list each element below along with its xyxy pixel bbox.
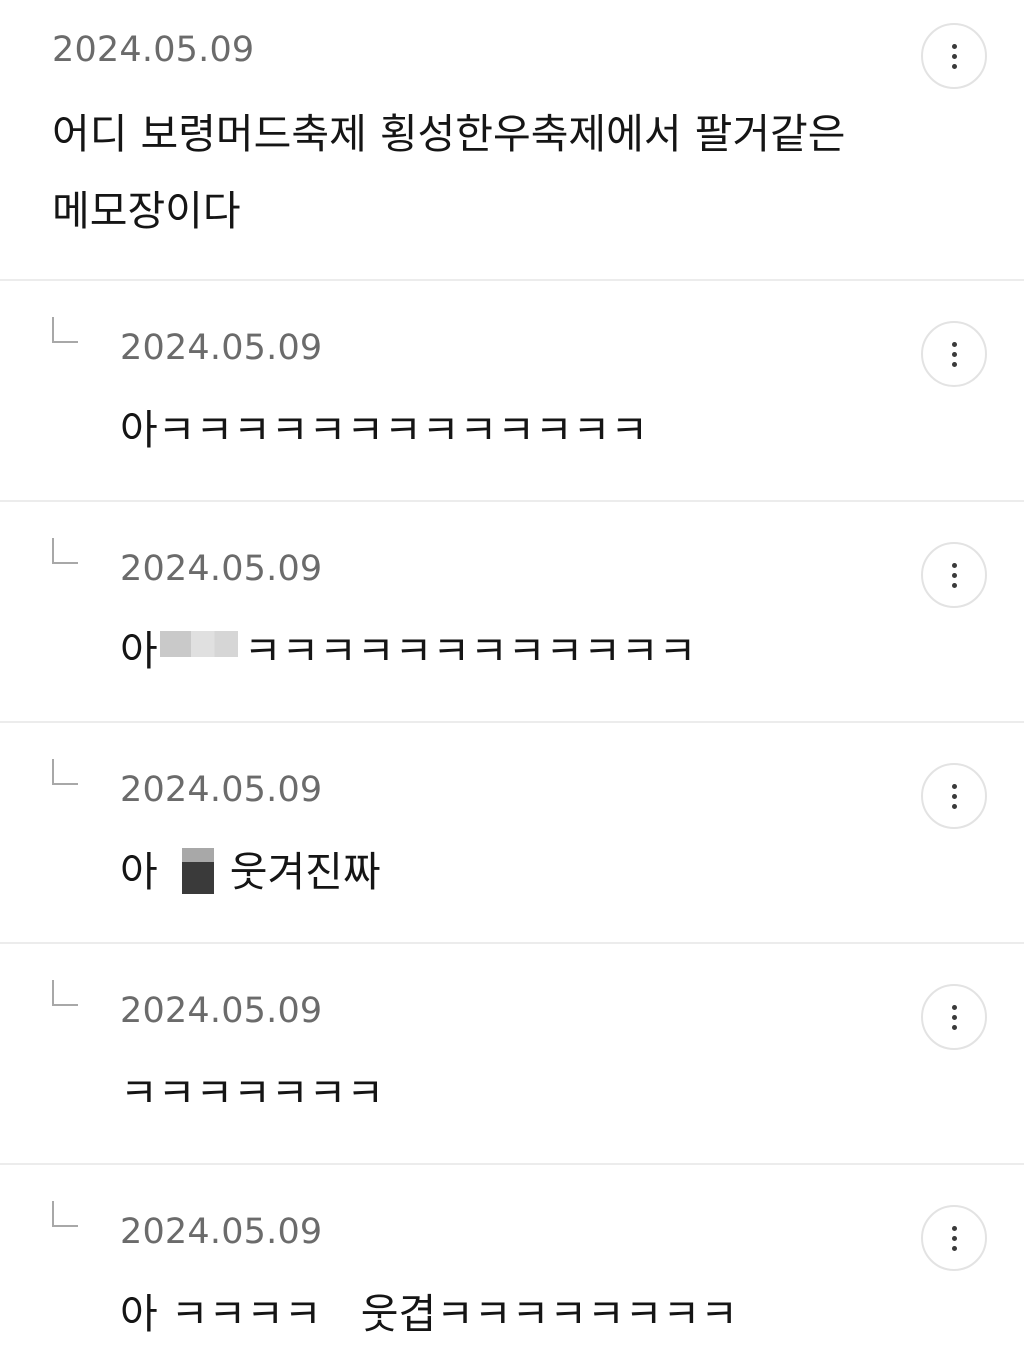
reply-arrow-icon: [52, 317, 78, 343]
censored-text-block: [159, 631, 238, 657]
reply-text-suffix: 웃겨진짜: [229, 848, 381, 896]
reply-date: 2024.05.09: [120, 770, 323, 810]
more-options-button[interactable]: [921, 984, 987, 1050]
reply-item: 2024.05.09 아 ㅋㅋㅋㅋ 웃겹ㅋㅋㅋㅋㅋㅋㅋㅋ: [0, 1165, 1024, 1364]
comment-date: 2024.05.09: [52, 30, 255, 70]
reply-item: 2024.05.09 아ㅋㅋㅋㅋㅋㅋㅋㅋㅋㅋㅋㅋㅋ: [0, 281, 1024, 502]
censored-text-block: [181, 848, 214, 894]
more-options-button[interactable]: [921, 763, 987, 829]
more-vertical-icon: [951, 341, 957, 367]
reply-text-prefix: 아: [120, 627, 158, 675]
reply-text: 아ㅋㅋㅋㅋㅋㅋㅋㅋㅋㅋㅋㅋㅋ: [120, 406, 649, 454]
reply-arrow-icon: [52, 1201, 78, 1227]
comment-text-line: 어디 보령머드축제 횡성한우축제에서 팔거같은: [52, 110, 846, 158]
more-vertical-icon: [951, 562, 957, 588]
more-vertical-icon: [951, 1225, 957, 1251]
more-options-button[interactable]: [921, 1205, 987, 1271]
reply-text-prefix: 아: [120, 848, 158, 896]
reply-arrow-icon: [52, 759, 78, 785]
more-options-button[interactable]: [921, 542, 987, 608]
reply-text: ㅋㅋㅋㅋㅋㅋㅋ: [120, 1069, 385, 1117]
reply-item: 2024.05.09 아 웃겨진짜: [0, 723, 1024, 944]
reply-text: 아 ㅋㅋㅋㅋㅋㅋㅋㅋㅋㅋㅋㅋ: [120, 612, 696, 690]
comment-item: 2024.05.09 어디 보령머드축제 횡성한우축제에서 팔거같은 메모장이다: [0, 0, 1024, 281]
reply-item: 2024.05.09 아 ㅋㅋㅋㅋㅋㅋㅋㅋㅋㅋㅋㅋ: [0, 502, 1024, 723]
reply-item: 2024.05.09 ㅋㅋㅋㅋㅋㅋㅋ: [0, 944, 1024, 1165]
reply-text-suffix: ㅋㅋㅋㅋㅋㅋㅋㅋㅋㅋㅋㅋ: [243, 627, 697, 675]
reply-arrow-icon: [52, 980, 78, 1006]
more-vertical-icon: [951, 43, 957, 69]
comment-text-line: 메모장이다: [52, 187, 241, 235]
more-options-button[interactable]: [921, 23, 987, 89]
reply-date: 2024.05.09: [120, 549, 323, 589]
reply-text: 아 웃겨진짜: [120, 833, 381, 911]
more-vertical-icon: [951, 783, 957, 809]
more-vertical-icon: [951, 1004, 957, 1030]
reply-date: 2024.05.09: [120, 328, 323, 368]
more-options-button[interactable]: [921, 321, 987, 387]
reply-date: 2024.05.09: [120, 1212, 323, 1252]
reply-date: 2024.05.09: [120, 991, 323, 1031]
reply-text: 아 ㅋㅋㅋㅋ 웃겹ㅋㅋㅋㅋㅋㅋㅋㅋ: [120, 1290, 738, 1338]
reply-arrow-icon: [52, 538, 78, 564]
